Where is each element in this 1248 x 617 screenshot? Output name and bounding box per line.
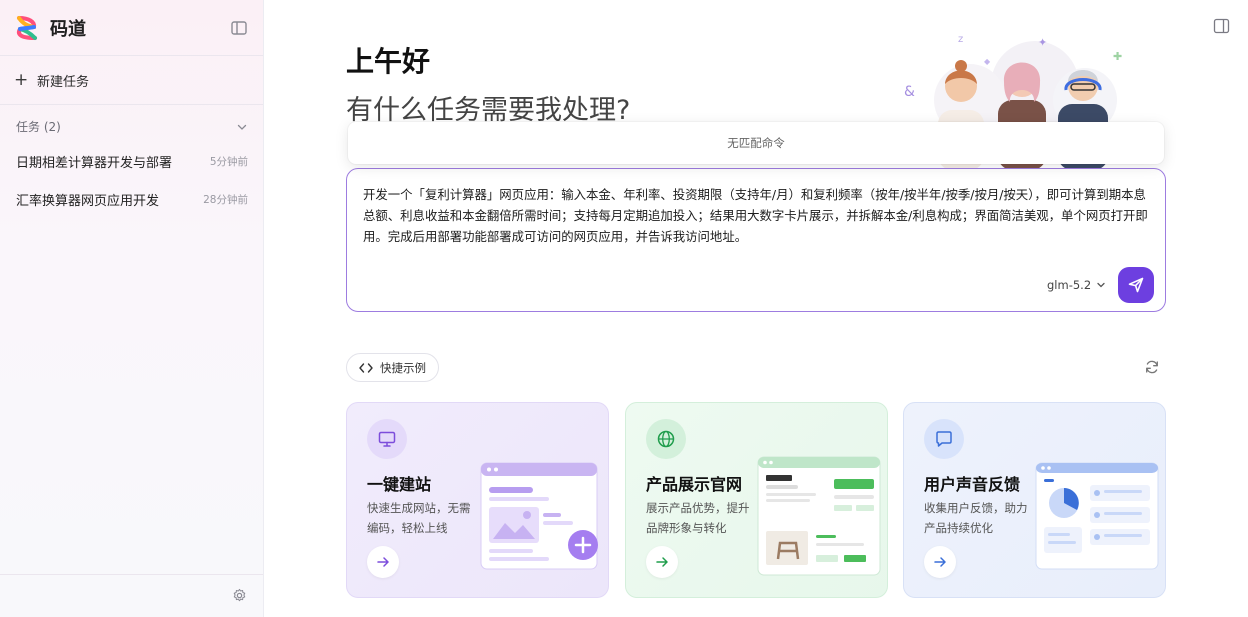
svg-text:✦: ✦ [1038, 36, 1047, 49]
example-card-product-site[interactable]: 产品展示官网 展示产品优势，提升品牌形象与转化 [625, 402, 888, 598]
greeting-heading: 上午好 [346, 45, 431, 78]
svg-text:✚: ✚ [1113, 50, 1122, 63]
command-suggestions-dropdown: 无匹配命令 [348, 122, 1164, 164]
send-button[interactable] [1118, 267, 1154, 303]
task-title: 日期相差计算器开发与部署 [16, 156, 173, 171]
card-title: 用户声音反馈 [924, 475, 1021, 494]
card-description: 快速生成网站，无需编码，轻松上线 [367, 501, 471, 535]
feedback-dashboard-illustration [1035, 462, 1159, 570]
arrow-right-icon [377, 557, 389, 567]
new-task-label: 新建任务 [37, 74, 90, 90]
card-description: 收集用户反馈，助力产品持续优化 [924, 501, 1028, 535]
svg-text:z: z [958, 34, 963, 45]
no-match-text: 无匹配命令 [727, 136, 785, 150]
chat-icon [924, 419, 964, 459]
monitor-icon [367, 419, 407, 459]
product-site-illustration [757, 456, 881, 576]
tasks-section-toggle[interactable]: 任务 (2) [16, 118, 248, 135]
tasks-header: 任务 (2) [16, 120, 61, 134]
model-name: glm-5.2 [1047, 278, 1092, 292]
arrow-right-icon [656, 557, 668, 567]
prompt-composer[interactable]: 开发一个「复利计算器」网页应用：输入本金、年利率、投资期限（支持年/月）和复利频… [346, 168, 1166, 312]
task-item[interactable]: 日期相差计算器开发与部署 5分钟前 [16, 152, 248, 171]
card-title: 产品展示官网 [646, 475, 743, 494]
divider [0, 55, 263, 56]
arrow-right-icon [934, 557, 946, 567]
settings-gear-icon[interactable] [232, 588, 247, 603]
new-task-button[interactable]: + 新建任务 [14, 68, 89, 92]
task-time: 5分钟前 [209, 156, 248, 168]
task-title: 汇率换算器网页应用开发 [16, 194, 160, 209]
app-logo-icon [16, 16, 37, 40]
model-selector[interactable]: glm-5.2 [1047, 278, 1106, 292]
sidebar: 码道 + 新建任务 任务 (2) 日期相差计算器开发与部署 5分钟前 汇率换算器… [0, 0, 264, 617]
quick-examples-label: 快捷示例 [380, 360, 426, 375]
app-name: 码道 [50, 19, 86, 40]
send-icon [1128, 277, 1144, 293]
quick-examples-button[interactable]: 快捷示例 [346, 353, 439, 382]
globe-icon [646, 419, 686, 459]
website-builder-illustration [480, 462, 598, 570]
code-brackets-icon [359, 362, 373, 373]
refresh-icon[interactable] [1144, 359, 1160, 375]
brand[interactable]: 码道 [14, 14, 86, 42]
svg-text:◆: ◆ [984, 57, 991, 66]
card-description: 展示产品优势，提升品牌形象与转化 [646, 501, 750, 535]
example-card-website[interactable]: 一键建站 快速生成网站，无需编码，轻松上线 [346, 402, 609, 598]
example-card-feedback[interactable]: 用户声音反馈 收集用户反馈，助力产品持续优化 [903, 402, 1166, 598]
chevron-down-icon [1097, 282, 1105, 288]
divider [0, 574, 263, 575]
divider [0, 104, 263, 105]
prompt-input[interactable]: 开发一个「复利计算器」网页应用：输入本金、年利率、投资期限（支持年/月）和复利频… [363, 184, 1153, 247]
task-time: 28分钟前 [203, 194, 248, 206]
card-go-button[interactable] [646, 546, 678, 578]
plus-icon: + [14, 70, 29, 90]
task-item[interactable]: 汇率换算器网页应用开发 28分钟前 [16, 190, 248, 209]
card-title: 一键建站 [367, 475, 432, 494]
svg-text:&: & [904, 84, 915, 100]
sidebar-collapse-icon[interactable] [230, 19, 248, 37]
card-go-button[interactable] [924, 546, 956, 578]
side-panel-toggle-icon[interactable] [1213, 18, 1230, 34]
chevron-down-icon [237, 124, 247, 130]
card-go-button[interactable] [367, 546, 399, 578]
